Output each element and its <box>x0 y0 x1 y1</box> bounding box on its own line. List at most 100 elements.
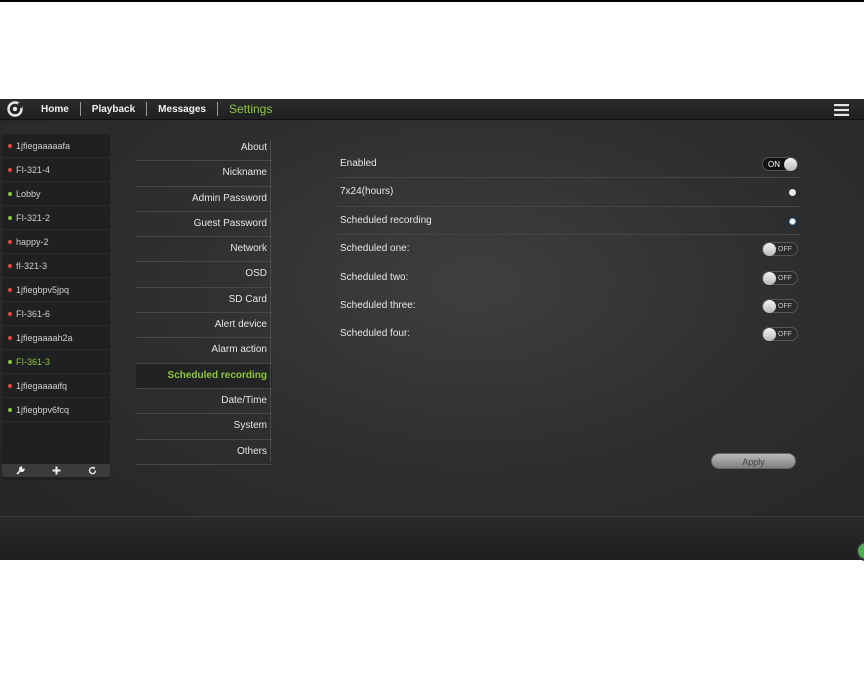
nav-settings[interactable]: Settings <box>218 99 283 120</box>
mode-24h-label: 7x24(hours) <box>340 186 394 198</box>
settings-menu: About Nickname Admin Password Guest Passwor… <box>136 136 272 465</box>
schedule-row: Scheduled one: OFF <box>338 235 800 263</box>
enabled-row: Enabled ON <box>338 150 800 179</box>
status-dot-icon <box>8 359 12 364</box>
toggle-knob <box>763 328 776 342</box>
schedule-toggle[interactable]: OFF <box>762 298 798 313</box>
mode-scheduled-row: Scheduled recording <box>338 207 800 236</box>
refresh-icon[interactable] <box>84 464 100 477</box>
menu-item-sd-card[interactable]: SD Card <box>136 288 272 314</box>
mode-24h-radio[interactable] <box>789 189 796 197</box>
device-name: FI-321-2 <box>16 212 51 223</box>
schedule-label: Scheduled three: <box>340 299 416 311</box>
device-item[interactable]: Lobby <box>2 182 110 206</box>
schedule-toggle[interactable]: OFF <box>762 270 798 285</box>
status-dot-icon <box>8 191 12 196</box>
device-item[interactable]: 1jfiegaaaaifq <box>2 374 110 398</box>
status-dot-icon <box>8 263 12 268</box>
device-name: 1jfiegaaaaifq <box>16 380 68 391</box>
status-dot-icon <box>8 167 12 172</box>
app-window: Home Playback Messages Settings 1jfiegaa… <box>0 99 864 560</box>
mode-scheduled-label: Scheduled recording <box>340 214 432 226</box>
menu-item-nickname[interactable]: Nickname <box>136 161 272 187</box>
wrench-icon[interactable] <box>12 464 28 477</box>
device-item[interactable]: 1jfiegbpv6fcq <box>2 398 110 422</box>
toggle-knob <box>763 271 776 285</box>
menu-item-scheduled-recording[interactable]: Scheduled recording <box>136 363 272 389</box>
menu-item-system[interactable]: System <box>136 414 272 440</box>
device-name: FI-361-6 <box>16 308 51 319</box>
menu-divider <box>270 140 271 462</box>
toggle-state-text: OFF <box>778 246 792 254</box>
device-list: 1jfiegaaaaafa FI-321-4 Lobby FI-321-2 happy-… <box>2 134 110 422</box>
device-item[interactable]: 1jfiegaaaaafa <box>2 134 110 158</box>
status-dot-icon <box>8 407 12 412</box>
toggle-state-text: OFF <box>778 302 792 310</box>
device-item[interactable]: FI-321-4 <box>2 158 110 182</box>
status-dot-icon <box>8 215 12 220</box>
nav-playback[interactable]: Playback <box>81 99 146 120</box>
toggle-knob <box>784 158 797 171</box>
toggle-knob <box>763 243 776 257</box>
device-item[interactable]: 1jfiegbpv5jpq <box>2 278 110 302</box>
menu-item-alert-device[interactable]: Alert device <box>136 313 272 339</box>
device-name: 1jfiegaaaaafa <box>16 140 71 151</box>
device-sidebar: 1jfiegaaaaafa FI-321-4 Lobby FI-321-2 happy-… <box>2 124 110 480</box>
device-item[interactable]: fI-321-3 <box>2 254 110 278</box>
schedule-label: Scheduled four: <box>340 328 411 340</box>
device-name: 1jfiegbpv6fcq <box>16 404 70 415</box>
toggle-state-text: ON <box>768 160 780 169</box>
schedule-toggle[interactable]: OFF <box>762 327 798 342</box>
status-dot-icon <box>8 287 12 292</box>
enabled-toggle[interactable]: ON <box>762 157 798 171</box>
nav-home[interactable]: Home <box>30 99 80 120</box>
top-nav-bar: Home Playback Messages Settings <box>0 99 864 120</box>
menu-item-about[interactable]: About <box>136 136 272 162</box>
status-dot-icon <box>8 143 12 148</box>
bottom-bar <box>0 516 864 560</box>
schedule-row: Scheduled two: OFF <box>338 264 800 292</box>
hamburger-menu-icon[interactable] <box>834 103 849 121</box>
device-name: happy-2 <box>16 236 49 247</box>
status-dot-icon <box>8 335 12 340</box>
device-name: 1jfiegaaaah2a <box>16 332 73 343</box>
enabled-label: Enabled <box>340 158 377 169</box>
schedule-row: Scheduled four: OFF <box>338 320 800 348</box>
apply-button[interactable]: Apply <box>711 453 796 469</box>
sidebar-toolbar <box>2 464 110 477</box>
menu-item-date-time[interactable]: Date/Time <box>136 389 272 415</box>
mode-scheduled-radio[interactable] <box>789 217 796 225</box>
status-dot-icon <box>8 383 12 388</box>
device-item[interactable]: FI-321-2 <box>2 206 110 230</box>
sidebar-header <box>2 124 110 134</box>
menu-item-alarm-action[interactable]: Alarm action <box>136 338 272 364</box>
schedule-label: Scheduled two: <box>340 271 409 283</box>
toggle-state-text: OFF <box>778 274 792 282</box>
device-name: Lobby <box>16 188 41 199</box>
plus-icon[interactable] <box>48 464 64 477</box>
device-name: 1jfiegbpv5jpq <box>16 284 70 295</box>
menu-item-osd[interactable]: OSD <box>136 262 272 288</box>
logo-icon <box>0 99 30 120</box>
toggle-knob <box>763 299 776 313</box>
mode-24h-row: 7x24(hours) <box>338 178 800 207</box>
menu-item-network[interactable]: Network <box>136 237 272 263</box>
device-item[interactable]: 1jfiegaaaah2a <box>2 326 110 350</box>
device-name: fI-321-3 <box>16 260 48 271</box>
schedule-row: Scheduled three: OFF <box>338 292 800 320</box>
menu-item-admin-password[interactable]: Admin Password <box>136 187 272 212</box>
device-item[interactable]: FI-361-6 <box>2 302 110 326</box>
schedule-label: Scheduled one: <box>340 243 410 255</box>
device-item[interactable]: happy-2 <box>2 230 110 254</box>
device-item[interactable]: FI-361-3 <box>2 350 110 374</box>
status-dot-icon <box>8 311 12 316</box>
scheduled-recording-panel: Enabled ON 7x24(hours) Scheduled recordi… <box>338 150 800 349</box>
device-name: FI-321-4 <box>16 164 51 175</box>
nav-messages[interactable]: Messages <box>147 99 217 120</box>
toggle-state-text: OFF <box>778 331 792 339</box>
schedule-toggle[interactable]: OFF <box>762 242 798 257</box>
status-dot-icon <box>8 239 12 244</box>
menu-item-guest-password[interactable]: Guest Password <box>136 212 272 238</box>
top-rule <box>0 0 864 2</box>
menu-item-others[interactable]: Others <box>136 440 272 465</box>
